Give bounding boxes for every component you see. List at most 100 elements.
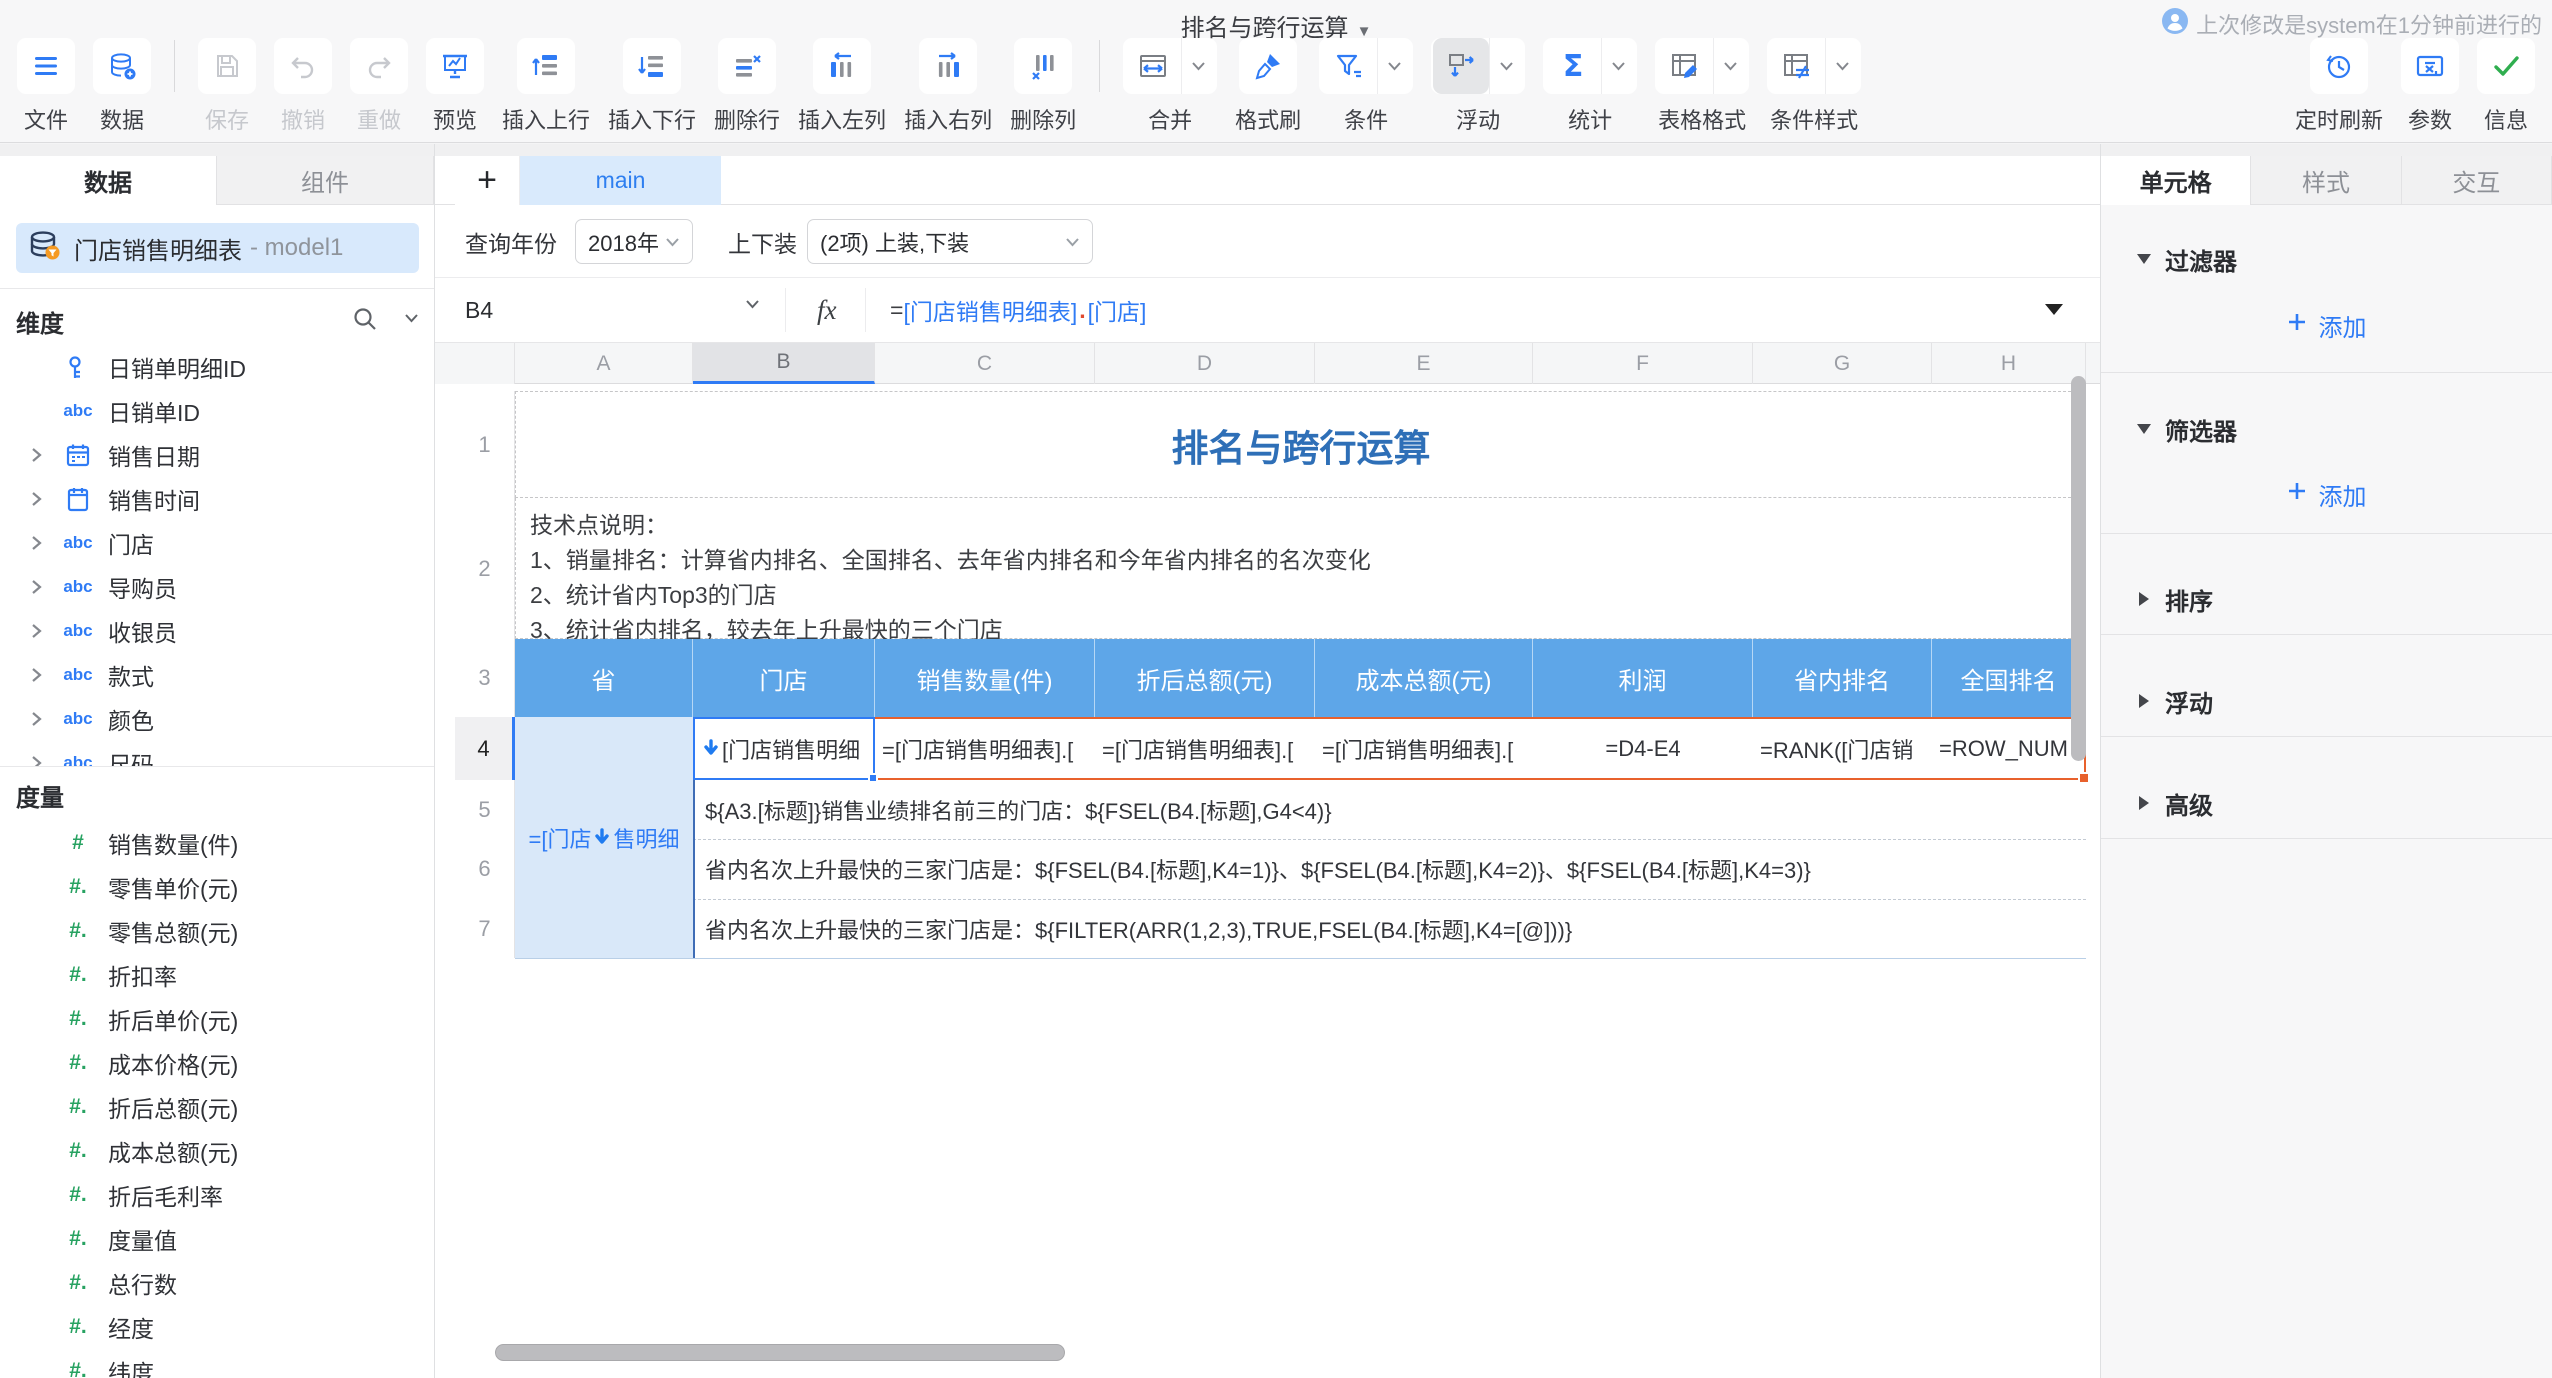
measure-item-零售总额(元)[interactable]: #. 零售总额(元)	[0, 909, 435, 953]
dimension-item-日销单明细ID[interactable]: 日销单明细ID	[0, 345, 435, 389]
section-header-筛选器[interactable]: 筛选器	[2101, 409, 2552, 449]
dimension-item-款式[interactable]: abc 款式	[0, 653, 435, 697]
chevron-down-icon[interactable]	[1489, 38, 1523, 94]
table-header-省[interactable]: 省	[515, 639, 693, 717]
row-header-5[interactable]: 5	[455, 780, 515, 839]
column-header-G[interactable]: G	[1753, 343, 1932, 384]
float-button[interactable]: 浮动	[1422, 38, 1534, 135]
undo-button[interactable]: 撤销	[265, 38, 341, 135]
measure-item-折后毛利率[interactable]: #. 折后毛利率	[0, 1173, 435, 1217]
chevron-right-icon[interactable]	[22, 535, 52, 551]
query-category-select[interactable]: (2项) 上装,下装	[807, 219, 1093, 264]
preview-button[interactable]: 预览	[417, 38, 493, 135]
chevron-down-icon[interactable]	[1181, 38, 1215, 94]
cell-B6-merged[interactable]: 省内名次上升最快的三家门店是：${FSEL(B4.[标题],K4=1)}、${F…	[693, 839, 2086, 899]
cell-B5-merged[interactable]: ${A3.[标题]}销售业绩排名前三的门店：${FSEL(B4.[标题],G4<…	[693, 780, 2086, 839]
measure-item-总行数[interactable]: #. 总行数	[0, 1261, 435, 1305]
chevron-right-icon[interactable]	[22, 667, 52, 683]
measure-item-成本价格(元)[interactable]: #. 成本价格(元)	[0, 1041, 435, 1085]
left-tab-组件[interactable]: 组件	[217, 156, 434, 205]
data-button[interactable]: 数据	[84, 38, 160, 135]
delete-row-button[interactable]: 删除行	[705, 38, 789, 135]
chevron-right-icon[interactable]	[22, 491, 52, 507]
table-header-省内排名[interactable]: 省内排名	[1753, 639, 1932, 717]
row-header-7[interactable]: 7	[455, 899, 515, 958]
measure-item-度量值[interactable]: #. 度量值	[0, 1217, 435, 1261]
condition-button[interactable]: 条件	[1310, 38, 1422, 135]
column-header-F[interactable]: F	[1533, 343, 1753, 384]
chevron-down-icon[interactable]	[404, 312, 419, 330]
chevron-right-icon[interactable]	[22, 579, 52, 595]
params-button[interactable]: 参数	[2392, 38, 2468, 135]
column-header-A[interactable]: A	[515, 343, 693, 384]
condition-style-button[interactable]: 条件样式	[1758, 38, 1870, 135]
table-format-button[interactable]: 表格格式	[1646, 38, 1758, 135]
dimension-item-收银员[interactable]: abc 收银员	[0, 609, 435, 653]
redo-button[interactable]: 重做	[341, 38, 417, 135]
measure-item-折后总额(元)[interactable]: #. 折后总额(元)	[0, 1085, 435, 1129]
merge-button[interactable]: 合并	[1114, 38, 1226, 135]
cell-H4[interactable]: =ROW_NUM	[1932, 717, 2086, 780]
row-header-4[interactable]: 4	[455, 717, 515, 780]
cell-reference-box[interactable]: B4	[465, 278, 493, 342]
section-header-高级[interactable]: 高级	[2101, 783, 2552, 823]
chevron-down-icon[interactable]	[745, 298, 760, 316]
dimension-item-门店[interactable]: abc 门店	[0, 521, 435, 565]
column-header-B[interactable]: B	[693, 343, 875, 384]
dimension-item-销售时间[interactable]: 销售时间	[0, 477, 435, 521]
chevron-down-icon[interactable]	[1825, 38, 1859, 94]
table-header-门店[interactable]: 门店	[693, 639, 875, 717]
chevron-down-icon[interactable]	[1713, 38, 1747, 94]
cell-A4-merged[interactable]: =[门店 售明细	[515, 717, 693, 958]
row-header-1[interactable]: 1	[455, 391, 515, 498]
column-header-D[interactable]: D	[1095, 343, 1315, 384]
section-header-浮动[interactable]: 浮动	[2101, 681, 2552, 721]
datasource-item[interactable]: 门店销售明细表 - model1	[16, 223, 419, 273]
row-header-2[interactable]: 2	[455, 498, 515, 639]
section-header-过滤器[interactable]: 过滤器	[2101, 239, 2552, 279]
cell-B7-merged[interactable]: 省内名次上升最快的三家门店是：${FILTER(ARR(1,2,3),TRUE,…	[693, 899, 2086, 958]
table-header-利润[interactable]: 利润	[1533, 639, 1753, 717]
left-tab-数据[interactable]: 数据	[0, 156, 217, 205]
right-tab-样式[interactable]: 样式	[2251, 156, 2402, 205]
chevron-right-icon[interactable]	[22, 755, 52, 766]
section-header-排序[interactable]: 排序	[2101, 579, 2552, 619]
dimension-item-导购员[interactable]: abc 导购员	[0, 565, 435, 609]
file-button[interactable]: 文件	[8, 38, 84, 135]
table-header-全国排名[interactable]: 全国排名	[1932, 639, 2086, 717]
cell-D4[interactable]: =[门店销售明细表].[	[1095, 717, 1315, 780]
delete-col-button[interactable]: 删除列	[1001, 38, 1085, 135]
measure-item-销售数量(件)[interactable]: # 销售数量(件)	[0, 821, 435, 865]
table-header-成本总额(元)[interactable]: 成本总额(元)	[1315, 639, 1533, 717]
chevron-right-icon[interactable]	[22, 623, 52, 639]
formula-input[interactable]: = [门店销售明细表] . [门店]	[890, 278, 1146, 342]
dimension-item-尺码[interactable]: abc 尺码	[0, 741, 435, 766]
cell-F4[interactable]: =D4-E4	[1533, 717, 1753, 780]
add-过滤器-button[interactable]: 添加	[2101, 307, 2552, 343]
vertical-scrollbar[interactable]	[2071, 376, 2086, 761]
row-header-3[interactable]: 3	[455, 639, 515, 717]
sheet-tab-main[interactable]: main	[520, 156, 721, 205]
cell-notes-row[interactable]: 技术点说明： 1、销量排名：计算省内排名、全国排名、去年省内排名和今年省内排名的名…	[515, 498, 2086, 643]
cell-title-row[interactable]: 排名与跨行运算	[515, 391, 2086, 498]
measure-item-折扣率[interactable]: #. 折扣率	[0, 953, 435, 997]
cell-E4[interactable]: =[门店销售明细表].[	[1315, 717, 1533, 780]
measure-item-折后单价(元)[interactable]: #. 折后单价(元)	[0, 997, 435, 1041]
range-handle[interactable]	[2078, 772, 2090, 784]
grid-corner[interactable]	[435, 343, 515, 384]
stats-button[interactable]: Σ 统计	[1534, 38, 1646, 135]
insert-row-below-button[interactable]: 插入下行	[599, 38, 705, 135]
insert-row-above-button[interactable]: 插入上行	[493, 38, 599, 135]
fill-handle[interactable]	[868, 773, 878, 783]
formula-expand-button[interactable]	[2045, 304, 2063, 315]
table-header-折后总额(元)[interactable]: 折后总额(元)	[1095, 639, 1315, 717]
info-button[interactable]: 信息	[2468, 38, 2544, 135]
measure-item-成本总额(元)[interactable]: #. 成本总额(元)	[0, 1129, 435, 1173]
table-header-销售数量(件)[interactable]: 销售数量(件)	[875, 639, 1095, 717]
column-header-C[interactable]: C	[875, 343, 1095, 384]
measure-item-经度[interactable]: #. 经度	[0, 1305, 435, 1349]
add-sheet-button[interactable]: +	[455, 156, 520, 205]
row-header-6[interactable]: 6	[455, 839, 515, 899]
right-tab-交互[interactable]: 交互	[2401, 156, 2552, 205]
insert-col-right-button[interactable]: 插入右列	[895, 38, 1001, 135]
